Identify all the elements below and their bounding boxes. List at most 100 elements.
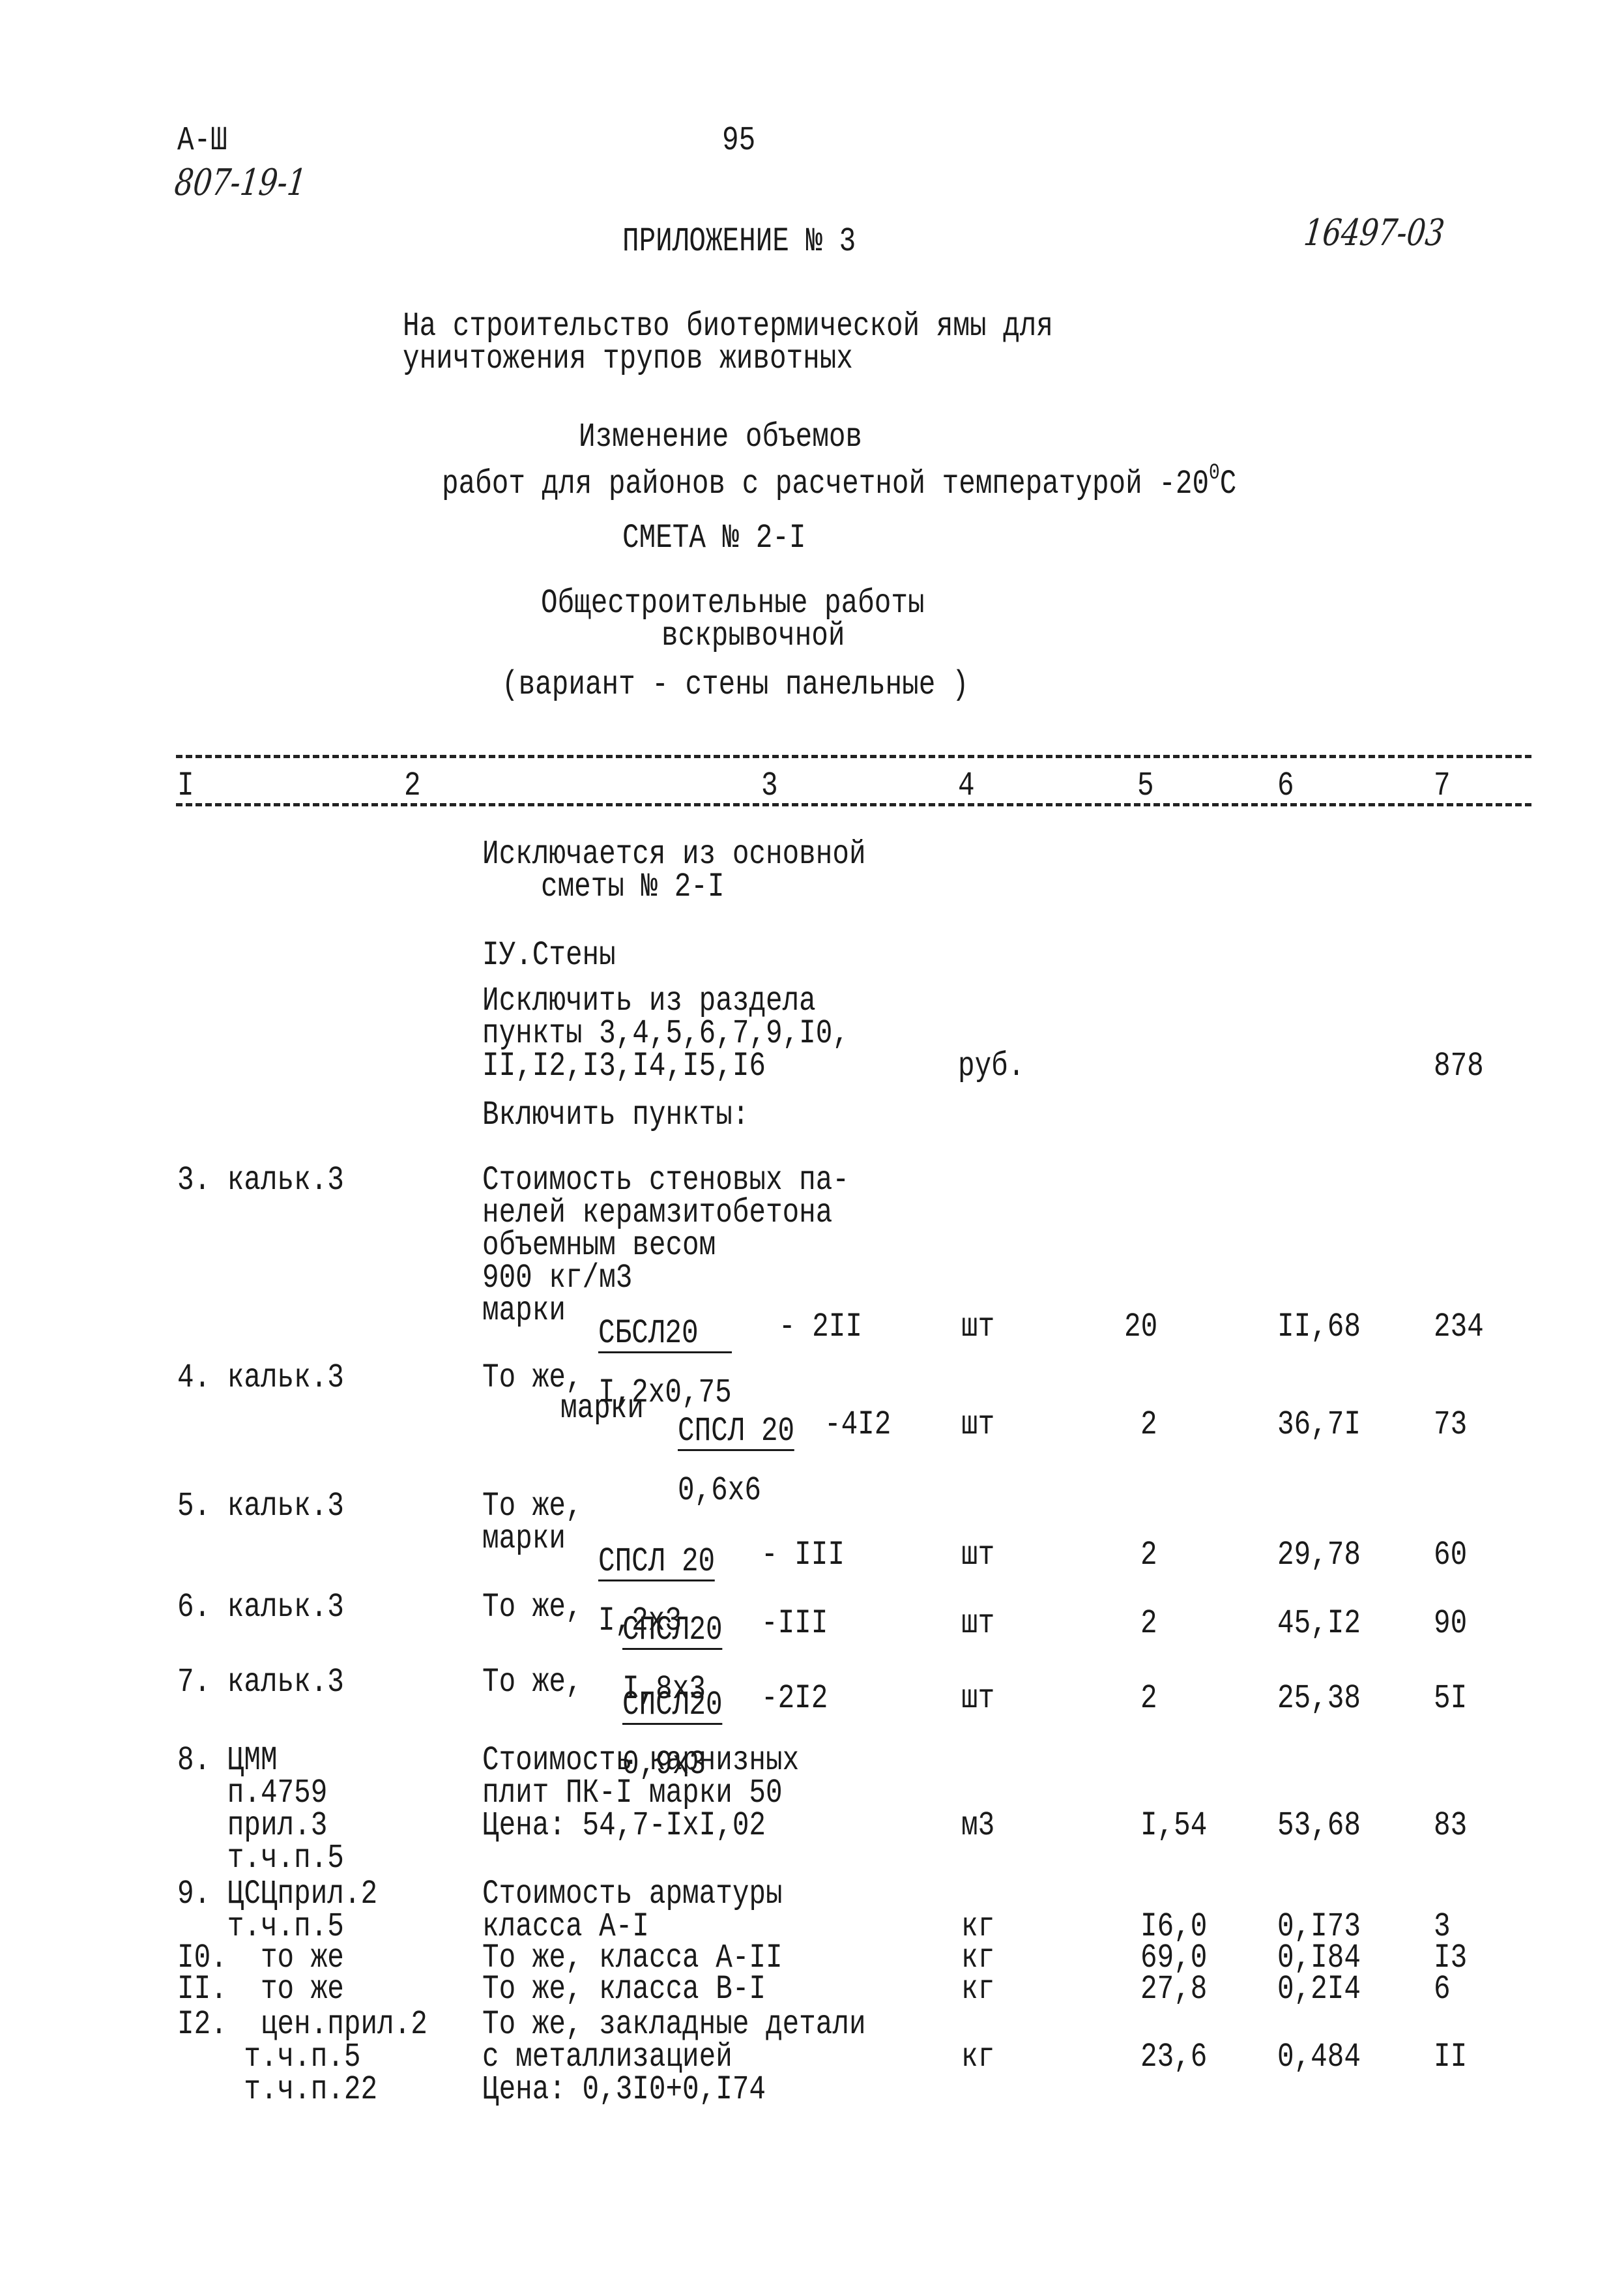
column-number-5: 5 xyxy=(1137,767,1154,805)
works-title-line2: вскрывочной xyxy=(661,617,845,655)
exclude-line2: пункты 3,4,5,6,7,9,I0, xyxy=(482,1014,849,1053)
row-total: 6 xyxy=(1434,1970,1451,2008)
row-unit: кг xyxy=(961,2038,995,2076)
row-qty: 2 xyxy=(1140,1679,1157,1718)
table-top-rule xyxy=(176,755,1531,758)
exclude-line1: Исключить из раздела xyxy=(482,982,816,1020)
row-ref-line: прил.3 xyxy=(177,1806,328,1845)
row-mark-fraction: СПСЛ 20 0,6х6 xyxy=(678,1392,795,1531)
handwritten-doc-number: 807-19-1 xyxy=(172,162,309,204)
row-ref-line: 8. ЦММ xyxy=(177,1741,278,1780)
section-walls: IУ.Стены xyxy=(482,936,616,975)
row-desc-line: с металлизацией xyxy=(482,2038,732,2076)
row-desc-line: нелей керамзитобетона xyxy=(482,1194,833,1232)
row-mark-prefix: марки xyxy=(560,1389,644,1428)
exclude-line3: II,I2,I3,I4,I5,I6 xyxy=(482,1047,766,1085)
appendix-title: ПРИЛОЖЕНИЕ № 3 xyxy=(622,222,856,261)
row-qty: I,54 xyxy=(1140,1806,1208,1845)
mark-numerator: СПСЛ20 xyxy=(622,1611,723,1650)
mark-denominator: 0,6х6 xyxy=(678,1471,761,1510)
row-price: 0,2I4 xyxy=(1277,1970,1361,2008)
row-ref: 5. кальк.3 xyxy=(177,1487,344,1525)
row-mark-suffix: -III xyxy=(761,1604,828,1643)
row-ref: 3. кальк.3 xyxy=(177,1161,344,1199)
row-desc-line: Стоимость карнизных xyxy=(482,1741,800,1780)
row-mark-suffix: -2I2 xyxy=(761,1679,828,1718)
column-number-2: 2 xyxy=(404,767,421,805)
row-qty: 2 xyxy=(1140,1536,1157,1574)
row-qty: 20 xyxy=(1124,1308,1158,1346)
row-total: II xyxy=(1434,2038,1468,2076)
works-title-line1: Общестроительные работы xyxy=(541,584,925,623)
column-number-1: I xyxy=(177,767,194,805)
row-ref: 6. кальк.3 xyxy=(177,1588,344,1626)
row-qty: 23,6 xyxy=(1140,2038,1208,2076)
mark-numerator: СБСЛ20 xyxy=(598,1317,732,1353)
row-unit: м3 xyxy=(961,1806,995,1845)
row-desc-line: То же, xyxy=(482,1487,583,1525)
row-ref-line: II. то же xyxy=(177,1970,344,2008)
row-mark-suffix: - 2II xyxy=(779,1308,862,1346)
row-mark-prefix: марки xyxy=(482,1291,566,1330)
row-unit: шт xyxy=(961,1679,995,1718)
row-desc-line: Цена: 54,7-IxI,02 xyxy=(482,1806,766,1845)
row-total: 5I xyxy=(1434,1679,1468,1718)
estimate-number: СМЕТА № 2-I xyxy=(622,519,806,557)
row-total: 90 xyxy=(1434,1604,1468,1643)
row-price: 45,I2 xyxy=(1277,1604,1361,1643)
row-mark-suffix: -4I2 xyxy=(824,1405,892,1444)
column-number-3: 3 xyxy=(761,767,778,805)
row-mark-suffix: - III xyxy=(761,1536,845,1574)
row-desc-line: Цена: 0,3I0+0,I74 xyxy=(482,2070,766,2109)
row-price: 53,68 xyxy=(1277,1806,1361,1845)
mark-numerator: СПСЛ20 xyxy=(622,1686,723,1725)
row-desc-line: 900 кг/м3 xyxy=(482,1259,633,1297)
row-desc-line: объемным весом xyxy=(482,1226,716,1265)
column-number-7: 7 xyxy=(1434,767,1451,805)
row-price: 25,38 xyxy=(1277,1679,1361,1718)
row-desc-line: Стоимость арматуры xyxy=(482,1875,783,1913)
excluded-heading-line2: сметы № 2-I xyxy=(541,868,725,906)
row-total: 234 xyxy=(1434,1308,1484,1346)
row-ref-line: I2. цен.прил.2 xyxy=(177,2005,428,2044)
row-ref-line: т.ч.п.5 xyxy=(177,1839,344,1877)
row-ref: 7. кальк.3 xyxy=(177,1663,344,1701)
row-total: 60 xyxy=(1434,1536,1468,1574)
row-desc-line: Стоимость стеновых па- xyxy=(482,1161,849,1199)
row-desc-line: плит ПК-I марки 50 xyxy=(482,1774,783,1812)
row-qty: 2 xyxy=(1140,1405,1157,1444)
exclude-total: 878 xyxy=(1434,1047,1484,1085)
column-number-4: 4 xyxy=(958,767,975,805)
row-mark-prefix: То же, xyxy=(482,1588,583,1626)
row-unit: шт xyxy=(961,1308,995,1346)
row-qty: 2 xyxy=(1140,1604,1157,1643)
page-number: 95 xyxy=(722,121,756,160)
project-title-line2: уничтожения трупов животных xyxy=(403,340,853,378)
row-ref-line: т.ч.п.5 xyxy=(177,2038,361,2076)
row-unit: шт xyxy=(961,1604,995,1643)
change-title-line1: Изменение объемов xyxy=(579,418,863,456)
row-ref-line: т.ч.п.22 xyxy=(177,2070,378,2109)
include-heading: Включить пункты: xyxy=(482,1096,749,1134)
mark-numerator: СПСЛ 20 xyxy=(678,1412,795,1451)
change-title-line2: работ для районов с расчетной температур… xyxy=(442,461,1237,503)
row-total: 73 xyxy=(1434,1405,1468,1444)
row-ref: 4. кальк.3 xyxy=(177,1359,344,1397)
row-price: 36,7I xyxy=(1277,1405,1361,1444)
column-number-6: 6 xyxy=(1277,767,1294,805)
row-price: 0,484 xyxy=(1277,2038,1361,2076)
row-unit: шт xyxy=(961,1536,995,1574)
excluded-heading-line1: Исключается из основной xyxy=(482,835,866,874)
row-total: 83 xyxy=(1434,1806,1468,1845)
variant-note: (вариант - стены панельные ) xyxy=(502,666,969,704)
series-code: А-Ш xyxy=(177,121,227,160)
row-mark-prefix: марки xyxy=(482,1520,566,1558)
row-ref-line: 9. ЦСЦприл.2 xyxy=(177,1875,378,1913)
row-unit: шт xyxy=(961,1405,995,1444)
row-ref-line: п.4759 xyxy=(177,1774,328,1812)
handwritten-inventory-number: 16497-03 xyxy=(1301,212,1447,254)
row-qty: 27,8 xyxy=(1140,1970,1208,2008)
row-price: II,68 xyxy=(1277,1308,1361,1346)
mark-numerator: СПСЛ 20 xyxy=(598,1542,716,1581)
row-unit: кг xyxy=(961,1970,995,2008)
